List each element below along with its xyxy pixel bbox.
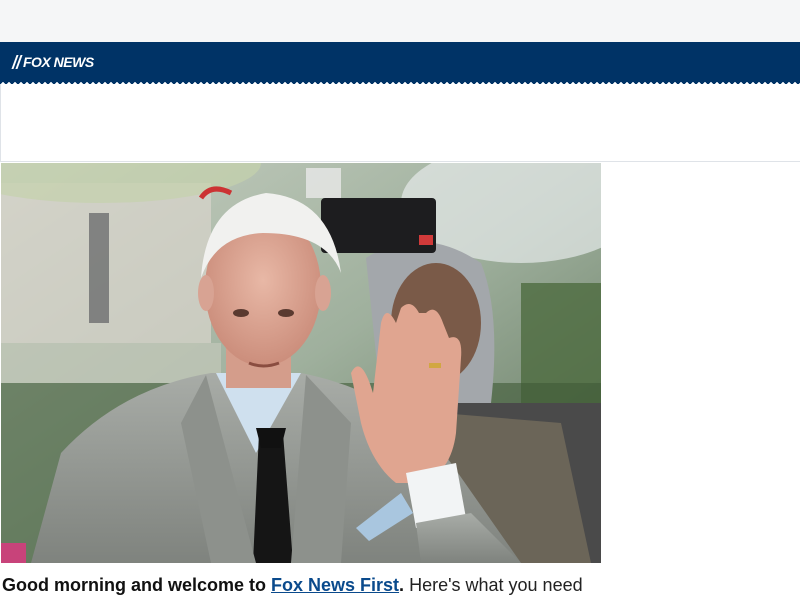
hero-image[interactable] — [1, 163, 601, 563]
site-header: FOX NEWS — [0, 42, 800, 86]
article-lead-paragraph: Good morning and welcome to Fox News Fir… — [2, 575, 792, 596]
hero-photo — [1, 163, 601, 563]
fox-news-first-link[interactable]: Fox News First — [271, 575, 399, 595]
lead-rest: Here's what you need — [404, 575, 583, 595]
lead-intro: Good morning and welcome to — [2, 575, 272, 595]
logo-text: FOX NEWS — [23, 54, 94, 70]
ad-slot — [0, 84, 800, 162]
fox-news-logo[interactable]: FOX NEWS — [12, 54, 94, 70]
fox-slash-icon — [12, 55, 22, 69]
browser-top-strip — [0, 0, 800, 42]
